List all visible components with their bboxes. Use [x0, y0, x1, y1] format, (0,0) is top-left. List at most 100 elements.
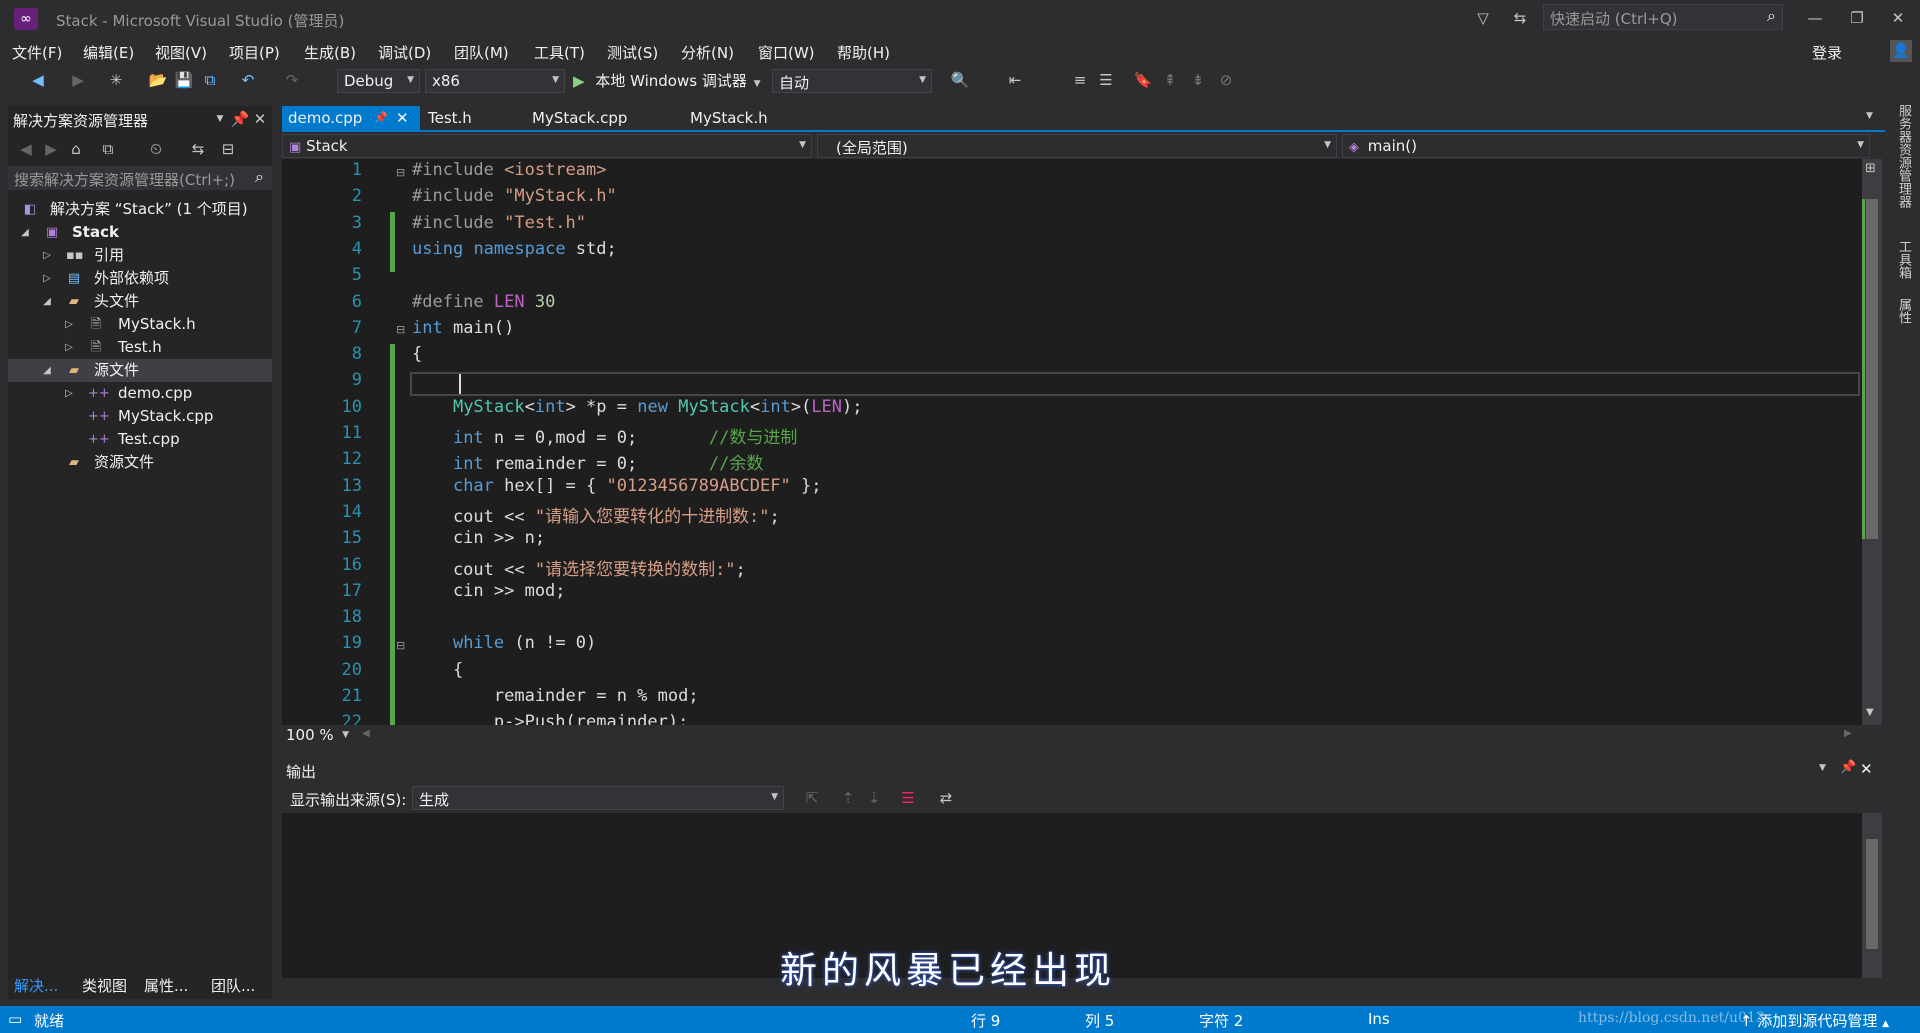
output-vscroll[interactable] — [1862, 813, 1882, 978]
close-button[interactable]: ✕ — [1888, 8, 1908, 28]
sync-icon[interactable]: ⇆ — [188, 139, 208, 159]
zoom-dropdown[interactable]: 100 % ▼ — [282, 725, 354, 747]
back-icon[interactable]: ◀ — [28, 70, 48, 90]
tab-test-h[interactable]: Test.h — [422, 106, 478, 130]
tree-item-references[interactable]: ▷ ▪▪ 引用 — [8, 244, 272, 267]
panel-options-icon[interactable]: ▼ — [1819, 763, 1826, 773]
redo-icon[interactable]: ↷ — [282, 70, 302, 90]
comment-icon[interactable]: ≡ — [1070, 70, 1090, 90]
feedback-icon[interactable]: ⇆ — [1510, 8, 1530, 28]
menu-test[interactable]: 测试(S) — [607, 42, 658, 63]
source-control-button[interactable]: ↑ 添加到源代码管理 ▲ — [1740, 1010, 1889, 1031]
properties-tab[interactable]: 属性 — [1894, 298, 1913, 324]
pending-changes-icon[interactable]: ⏲ — [146, 139, 166, 159]
clear-all-icon[interactable]: ☰ — [898, 788, 918, 808]
close-icon[interactable]: ✕ — [1860, 760, 1873, 778]
tree-item-resource-files[interactable]: ▰ 资源文件 — [8, 451, 272, 474]
menu-build[interactable]: 生成(B) — [304, 42, 356, 63]
expanded-arrow-icon[interactable]: ◢ — [40, 359, 54, 382]
menu-analyze[interactable]: 分析(N) — [681, 42, 734, 63]
next-message-icon[interactable]: ⇣ — [864, 788, 884, 808]
panel-options-icon[interactable]: ▼ — [210, 109, 230, 129]
tree-item-solution[interactable]: ◧ 解决方案 “Stack” (1 个项目) — [8, 198, 272, 221]
step-icon[interactable]: ⇤ — [1005, 70, 1025, 90]
clear-bookmarks-icon[interactable]: ⊘ — [1216, 70, 1236, 90]
hscroll-right-icon[interactable]: ▶ — [1844, 728, 1852, 739]
prev-bookmark-icon[interactable]: ⇞ — [1160, 70, 1180, 90]
prev-message-icon[interactable]: ⇡ — [838, 788, 858, 808]
pin-icon[interactable]: 📌 — [230, 109, 250, 129]
editor-vscroll[interactable]: ⊞ ▼ — [1862, 159, 1882, 725]
config-dropdown[interactable]: Debug ▼ — [337, 69, 420, 93]
menu-help[interactable]: 帮助(H) — [837, 42, 890, 63]
bookmark-icon[interactable]: 🔖 — [1133, 70, 1153, 90]
collapsed-arrow-icon[interactable]: ▷ — [62, 382, 76, 405]
save-all-icon[interactable]: ⧉ — [200, 70, 220, 90]
tab-solution-explorer[interactable]: 解决... — [14, 975, 58, 996]
start-debug-button[interactable]: ▶ 本地 Windows 调试器 ▼ — [573, 70, 761, 91]
minimize-button[interactable]: — — [1805, 8, 1825, 28]
open-icon[interactable]: 📂 — [148, 70, 168, 90]
toolbox-tab[interactable]: 工具箱 — [1894, 240, 1913, 279]
tree-item-test-cpp[interactable]: ++ Test.cpp — [8, 428, 272, 451]
menu-view[interactable]: 视图(V) — [155, 42, 207, 63]
tree-item-project[interactable]: ◢ ▣ Stack — [8, 221, 272, 244]
tab-team[interactable]: 团队... — [211, 975, 255, 996]
home-icon[interactable]: ⌂ — [66, 139, 86, 159]
tab-class-view[interactable]: 类视图 — [82, 975, 127, 996]
run-mode-dropdown[interactable]: 自动 ▼ — [772, 69, 932, 93]
find-in-files-icon[interactable]: 🔍 — [950, 70, 970, 90]
collapsed-arrow-icon[interactable]: ▷ — [62, 336, 76, 359]
quick-launch-input[interactable]: 快速启动 (Ctrl+Q) ⌕ — [1543, 4, 1783, 30]
scroll-down-icon[interactable]: ▼ — [1866, 707, 1874, 718]
tree-item-mystack-h[interactable]: ▷ 🗎 MyStack.h — [8, 313, 272, 336]
tab-mystack-cpp[interactable]: MyStack.cpp — [526, 106, 633, 130]
tree-item-demo-cpp[interactable]: ▷ ++ demo.cpp — [8, 382, 272, 405]
menu-tools[interactable]: 工具(T) — [534, 42, 585, 63]
tree-item-source-files[interactable]: ◢ ▰ 源文件 — [8, 359, 272, 382]
nav-scope-dropdown[interactable]: (全局范围) ▼ — [817, 134, 1337, 158]
restore-button[interactable]: ❐ — [1847, 8, 1867, 28]
pin-icon[interactable]: 📌 — [1840, 760, 1856, 775]
split-icon[interactable]: ⊞ — [1865, 161, 1876, 176]
expanded-arrow-icon[interactable]: ◢ — [40, 290, 54, 313]
sign-in-link[interactable]: 登录 — [1812, 42, 1842, 63]
collapsed-arrow-icon[interactable]: ▷ — [40, 244, 54, 267]
solution-search-input[interactable]: 搜索解决方案资源管理器(Ctrl+;) ⌕ — [8, 166, 272, 190]
outline-collapse-icon[interactable]: ⊟ — [396, 323, 405, 336]
tree-item-external-deps[interactable]: ▷ ▤ 外部依赖项 — [8, 267, 272, 290]
save-icon[interactable]: 💾 — [174, 70, 194, 90]
account-icon[interactable]: 👤 — [1890, 40, 1912, 62]
tab-properties[interactable]: 属性... — [144, 975, 188, 996]
menu-edit[interactable]: 编辑(E) — [83, 42, 134, 63]
nav-project-dropdown[interactable]: ▣ Stack ▼ — [282, 134, 812, 158]
nav-member-dropdown[interactable]: ◈ main() ▼ — [1342, 134, 1870, 158]
outline-collapse-icon[interactable]: ⊟ — [396, 639, 405, 652]
filter-icon[interactable]: ▽ — [1473, 8, 1493, 28]
word-wrap-icon[interactable]: ⇄ — [936, 788, 956, 808]
tree-item-header-files[interactable]: ◢ ▰ 头文件 — [8, 290, 272, 313]
tab-mystack-h[interactable]: MyStack.h — [684, 106, 774, 130]
close-icon[interactable]: ✕ — [396, 106, 409, 130]
menu-file[interactable]: 文件(F) — [12, 42, 62, 63]
tree-item-test-h[interactable]: ▷ 🗎 Test.h — [8, 336, 272, 359]
back-icon[interactable]: ◀ — [16, 139, 36, 159]
undo-icon[interactable]: ↶ — [238, 70, 258, 90]
go-to-message-icon[interactable]: ⇱ — [802, 788, 822, 808]
tab-demo-cpp[interactable]: demo.cpp 📌 ✕ — [282, 106, 420, 130]
output-source-dropdown[interactable]: 生成 ▼ — [412, 786, 784, 810]
code-editor[interactable]: ⊟ ⊟ ⊟ 1 2 3 4 5 6 7 8 9 10 11 12 13 14 15 16 17 18 19 20 21 2… — [282, 159, 1862, 725]
switch-views-icon[interactable]: ⧉ — [98, 139, 118, 159]
pin-icon[interactable]: 📌 — [374, 106, 388, 130]
menu-team[interactable]: 团队(M) — [454, 42, 509, 63]
outline-collapse-icon[interactable]: ⊟ — [396, 166, 405, 179]
collapsed-arrow-icon[interactable]: ▷ — [62, 313, 76, 336]
expanded-arrow-icon[interactable]: ◢ — [18, 221, 32, 244]
forward-icon[interactable]: ▶ — [41, 139, 61, 159]
uncomment-icon[interactable]: ☰ — [1096, 70, 1116, 90]
hscroll-left-icon[interactable]: ◀ — [362, 728, 370, 739]
scroll-thumb[interactable] — [1866, 839, 1878, 949]
close-icon[interactable]: ✕ — [250, 109, 270, 129]
new-project-icon[interactable]: ✳ — [106, 70, 126, 90]
tab-overflow-icon[interactable]: ▼ — [1866, 111, 1873, 121]
